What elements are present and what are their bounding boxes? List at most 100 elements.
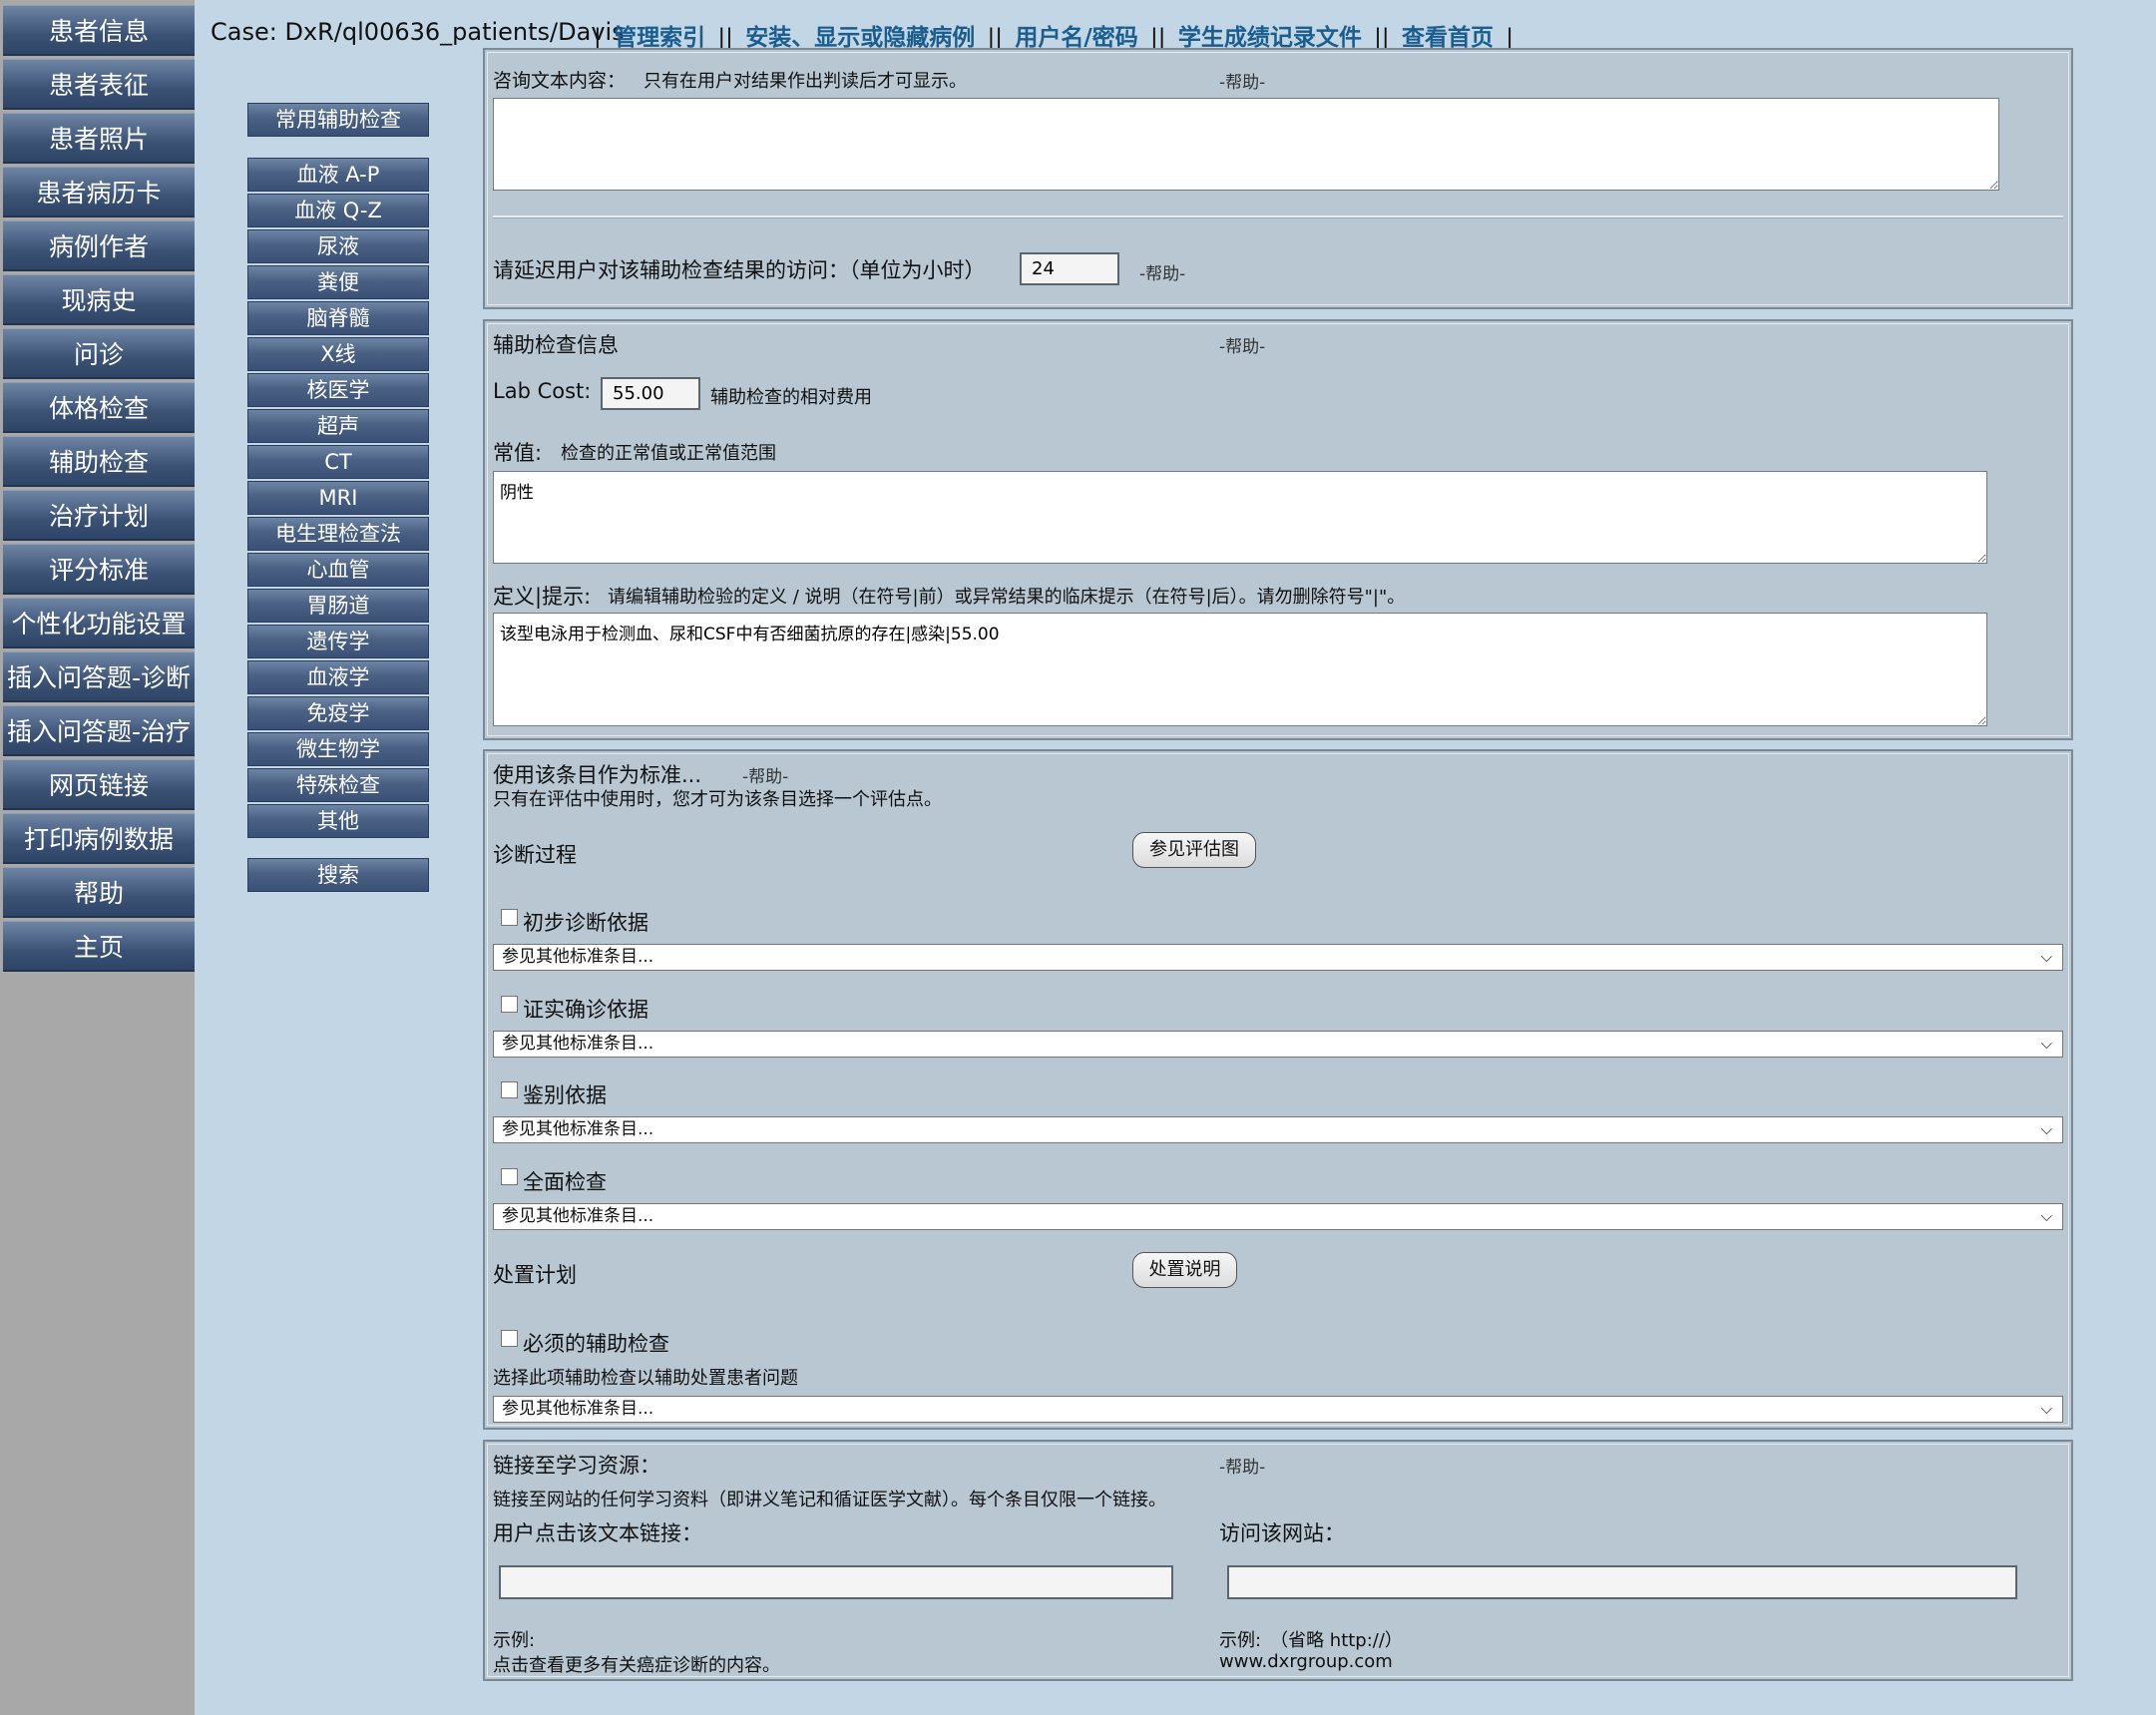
lab-cost-note: 辅助检查的相对费用 — [710, 387, 872, 408]
category-button[interactable]: CT — [247, 445, 429, 479]
standard-note: 只有在评估中使用时，您才可为该条目选择一个评估点。 — [493, 789, 942, 810]
category-button[interactable]: 血液学 — [247, 660, 429, 694]
category-button[interactable]: 免疫学 — [247, 696, 429, 730]
category-button[interactable]: 遗传学 — [247, 625, 429, 658]
criterion-select-value: 参见其他标准条目... — [502, 1034, 654, 1054]
help-link[interactable]: -帮助- — [1219, 332, 1265, 357]
consult-label: 咨询文本内容： — [493, 70, 627, 92]
criterion-checkbox[interactable] — [501, 996, 518, 1013]
nav-item[interactable]: 插入问答题-诊断 — [3, 651, 195, 702]
criterion-label: 全面检查 — [523, 1170, 607, 1194]
category-button[interactable]: 特殊检查 — [247, 768, 429, 802]
nav-item[interactable]: 患者照片 — [3, 113, 195, 164]
nav-item[interactable]: 评分标准 — [3, 544, 195, 595]
lab-cost-input[interactable] — [601, 377, 700, 410]
definition-textarea[interactable]: 该型电泳用于检测血、尿和CSF中有否细菌抗原的存在|感染|55.00 — [493, 613, 1987, 726]
nav-item[interactable]: 体格检查 — [3, 382, 195, 433]
category-button[interactable]: 尿液 — [247, 229, 429, 263]
standard-panel: 使用该条目作为标准... -帮助- 只有在评估中使用时，您才可为该条目选择一个评… — [483, 749, 2073, 1430]
criterion-label: 证实确诊依据 — [523, 998, 648, 1022]
normal-value-label: 常值: — [493, 441, 543, 465]
chevron-down-icon: ⌵ — [2040, 948, 2052, 966]
help-link[interactable]: -帮助- — [1219, 68, 1265, 93]
search-button[interactable]: 搜索 — [247, 858, 429, 892]
criterion-checkbox[interactable] — [501, 909, 518, 926]
category-button[interactable]: 微生物学 — [247, 732, 429, 766]
lab-cost-label: Lab Cost: — [493, 379, 592, 403]
nav-item[interactable]: 辅助检查 — [3, 436, 195, 487]
required-test-label: 必须的辅助检查 — [523, 1332, 669, 1356]
delay-hours-input[interactable] — [1020, 252, 1119, 285]
treatment-notes-button[interactable]: 处置说明 — [1132, 1252, 1237, 1288]
criterion-label: 鉴别依据 — [523, 1083, 607, 1107]
category-button[interactable]: X线 — [247, 337, 429, 371]
case-title: Case: DxR/ql00636_patients/Davis — [211, 18, 625, 46]
consult-note: 只有在用户对结果作出判读后才可显示。 — [644, 71, 967, 92]
common-tests-button[interactable]: 常用辅助检查 — [247, 103, 429, 137]
nav-item[interactable]: 插入问答题-治疗 — [3, 705, 195, 756]
left-nav: 患者信息 患者表征 患者照片 患者病历卡 病例作者 现病史 问诊 体格检查 辅助检查 治疗计划 评分… — [0, 0, 195, 1715]
lab-info-panel: 辅助检查信息 -帮助- Lab Cost: 辅助检查的相对费用 常值: 检查的正… — [483, 319, 2073, 740]
example-url: www.dxrgroup.com — [1219, 1651, 1393, 1672]
nav-item[interactable]: 问诊 — [3, 328, 195, 379]
criterion-select[interactable]: 参见其他标准条目... ⌵ — [493, 1116, 2063, 1143]
example-url-label: 示例: （省略 http://） — [1219, 1630, 1403, 1651]
help-link[interactable]: -帮助- — [1139, 259, 1185, 284]
category-button[interactable]: 胃肠道 — [247, 589, 429, 623]
criterion-select-value: 参见其他标准条目... — [502, 947, 654, 967]
nav-item[interactable]: 患者表征 — [3, 59, 195, 110]
link-url-input[interactable] — [1227, 1565, 2017, 1599]
required-test-note: 选择此项辅助检查以辅助处置患者问题 — [493, 1368, 798, 1389]
required-test-checkbox[interactable] — [501, 1330, 518, 1347]
required-test-select[interactable]: 参见其他标准条目... ⌵ — [493, 1396, 2063, 1423]
example-label: 示例: — [493, 1630, 536, 1651]
category-button[interactable]: 电生理检查法 — [247, 517, 429, 551]
category-button[interactable]: 核医学 — [247, 373, 429, 407]
nav-item[interactable]: 网页链接 — [3, 759, 195, 810]
nav-item[interactable]: 现病史 — [3, 274, 195, 325]
category-button[interactable]: 血液 A-P — [247, 158, 429, 192]
treatment-plan-label: 处置计划 — [493, 1263, 577, 1287]
nav-item[interactable]: 病例作者 — [3, 220, 195, 271]
nav-item[interactable]: 主页 — [3, 921, 195, 972]
criterion-select[interactable]: 参见其他标准条目... ⌵ — [493, 1031, 2063, 1058]
link-url-label: 访问该网站： — [1219, 1521, 1345, 1545]
criterion-label: 初步诊断依据 — [523, 911, 648, 935]
criterion-checkbox[interactable] — [501, 1081, 518, 1098]
category-button[interactable]: MRI — [247, 481, 429, 515]
help-link[interactable]: -帮助- — [1219, 1453, 1265, 1478]
nav-item[interactable]: 治疗计划 — [3, 490, 195, 541]
lab-info-title: 辅助检查信息 — [493, 333, 619, 357]
nav-item[interactable]: 个性化功能设置 — [3, 598, 195, 648]
criterion-select-value: 参见其他标准条目... — [502, 1206, 654, 1226]
link-text-label: 用户点击该文本链接： — [493, 1521, 702, 1545]
definition-label: 定义|提示: — [493, 585, 592, 609]
criterion-select[interactable]: 参见其他标准条目... ⌵ — [493, 1203, 2063, 1230]
definition-note: 请编辑辅助检验的定义 / 说明（在符号|前）或异常结果的临床提示（在符号|后）。… — [608, 587, 1406, 608]
link-text-input[interactable] — [499, 1565, 1173, 1599]
category-button[interactable]: 脑脊髓 — [247, 301, 429, 335]
divider — [493, 215, 2063, 218]
learning-links-note: 链接至网站的任何学习资料（即讲义笔记和循证医学文献）。每个条目仅限一个链接。 — [493, 1490, 1166, 1510]
chevron-down-icon: ⌵ — [2040, 1035, 2052, 1053]
example-text: 点击查看更多有关癌症诊断的内容。 — [493, 1655, 780, 1676]
chevron-down-icon: ⌵ — [2040, 1207, 2052, 1225]
criterion-select[interactable]: 参见其他标准条目... ⌵ — [493, 944, 2063, 971]
nav-item[interactable]: 打印病例数据 — [3, 813, 195, 864]
nav-item[interactable]: 患者病历卡 — [3, 167, 195, 217]
normal-value-note: 检查的正常值或正常值范围 — [561, 443, 776, 464]
view-evaluation-chart-button[interactable]: 参见评估图 — [1132, 832, 1256, 868]
category-button[interactable]: 其他 — [247, 804, 429, 838]
category-button[interactable]: 粪便 — [247, 265, 429, 299]
nav-item[interactable]: 帮助 — [3, 867, 195, 918]
nav-item[interactable]: 患者信息 — [3, 5, 195, 56]
category-button[interactable]: 超声 — [247, 409, 429, 443]
category-button[interactable]: 血液 Q-Z — [247, 194, 429, 227]
criterion-select-value: 参见其他标准条目... — [502, 1119, 654, 1139]
criterion-checkbox[interactable] — [501, 1168, 518, 1185]
learning-links-title: 链接至学习资源： — [493, 1454, 660, 1478]
consult-textarea[interactable] — [493, 98, 1999, 191]
normal-value-textarea[interactable]: 阴性 — [493, 471, 1987, 564]
help-link[interactable]: -帮助- — [742, 762, 788, 787]
category-button[interactable]: 心血管 — [247, 553, 429, 587]
